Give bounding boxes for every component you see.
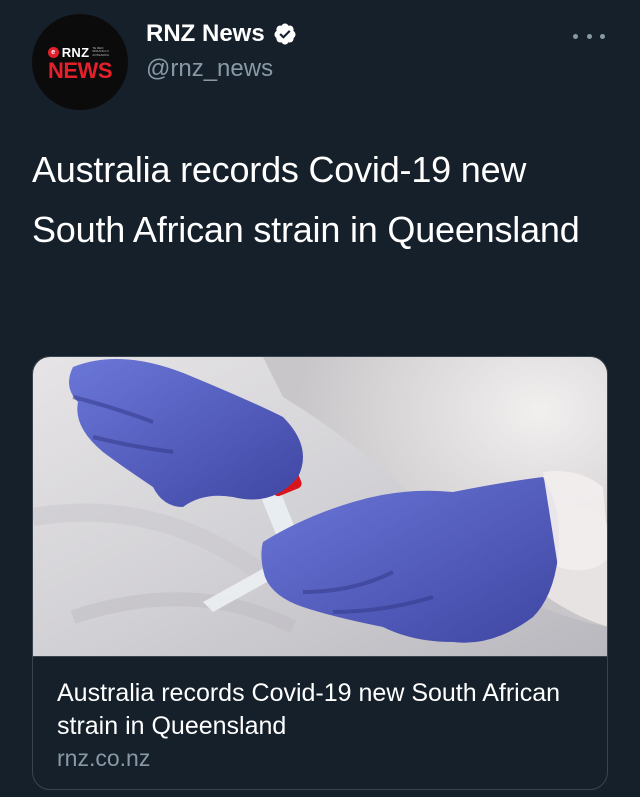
author-name-row[interactable]: RNZ News [146,20,297,48]
avatar-logo-news: NEWS [48,57,113,83]
card-domain[interactable]: rnz.co.nz [57,745,150,772]
more-dot [573,33,578,39]
tweet-text: Australia records Covid-19 new South Afr… [32,149,580,250]
link-card[interactable]: Australia records Covid-19 new South Afr… [32,356,608,790]
card-image [33,357,607,656]
more-dot [586,33,592,39]
card-body[interactable]: Australia records Covid-19 new South Afr… [33,656,607,789]
card-title[interactable]: Australia records Covid-19 new South Afr… [57,677,587,743]
verified-badge-icon [274,23,296,45]
more-dot [600,33,605,39]
avatar[interactable]: e RNZ TE REO IRIRANGI O AOTEAROA NEWS [32,14,128,110]
more-options-icon[interactable] [569,28,609,44]
user-handle[interactable]: @rnz_news [146,55,273,83]
avatar-logo-small: TE REO IRIRANGI O AOTEAROA [92,45,109,57]
display-name[interactable]: RNZ News [146,20,265,48]
rnz-dot-icon: e [47,46,59,58]
